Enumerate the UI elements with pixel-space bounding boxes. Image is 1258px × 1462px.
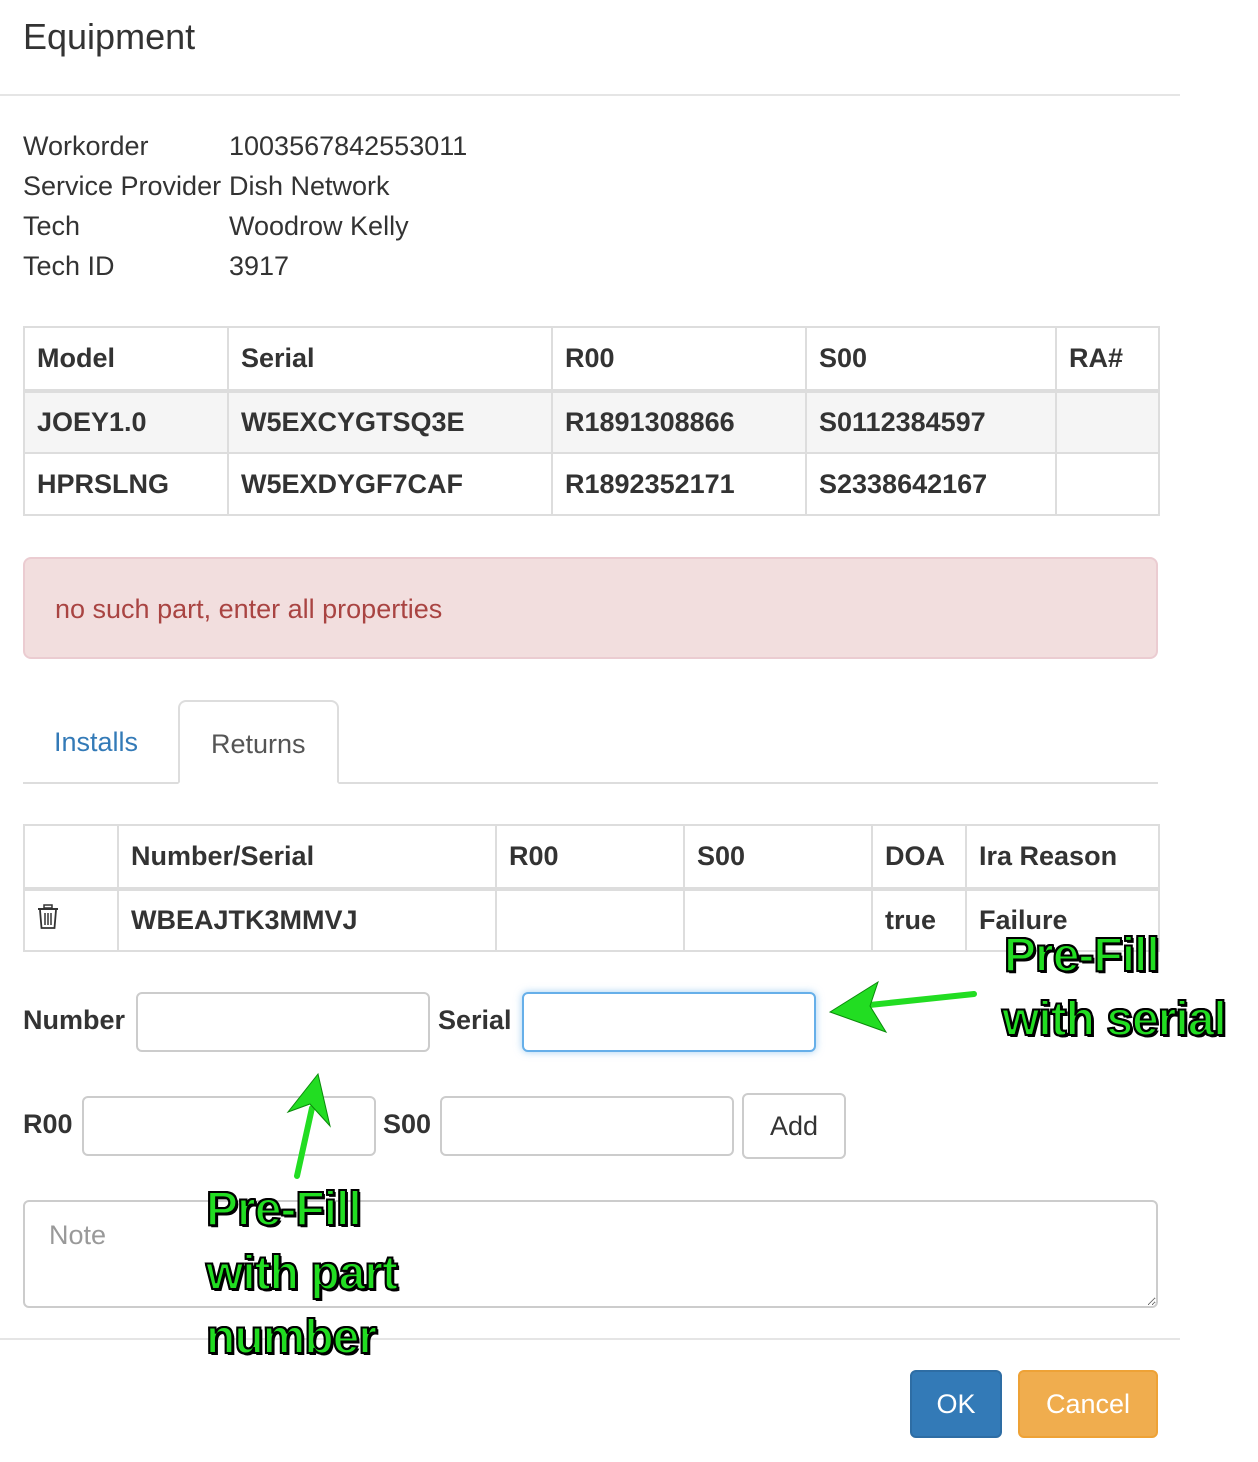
- equipment-table-header: Model Serial R00 S00 RA#: [23, 326, 1160, 393]
- column-header-actions: [23, 824, 119, 891]
- add-button[interactable]: Add: [742, 1093, 846, 1159]
- number-label: Number: [23, 1005, 126, 1035]
- table-cell-model: HPRSLNG: [23, 452, 229, 516]
- modal-title: Equipment: [23, 16, 196, 57]
- modal-header: Equipment: [0, 0, 1180, 96]
- equipment-table: Model Serial R00 S00 RA# JOEY1.0 W5EXCYG…: [23, 326, 1160, 516]
- service-provider-label: Service Provider: [23, 171, 222, 201]
- annotation-serial-line1: Pre-Fill: [1003, 928, 1161, 983]
- equipment-modal: Equipment Workorder 1003567842553011 Ser…: [0, 0, 1180, 1462]
- s00-input[interactable]: [440, 1096, 734, 1156]
- r00-label: R00: [23, 1109, 73, 1139]
- table-cell-ra-number: [1055, 390, 1160, 454]
- returns-table-header: Number/Serial R00 S00 DOA Ira Reason: [23, 824, 1160, 891]
- tab-returns[interactable]: Returns: [178, 700, 339, 784]
- column-header-doa: DOA: [871, 824, 967, 891]
- error-alert: no such part, enter all properties: [23, 557, 1158, 659]
- annotation-number-line3: number: [205, 1310, 378, 1365]
- workorder-label: Workorder: [23, 131, 149, 161]
- equipment-tabs: Installs Returns: [23, 700, 1158, 784]
- column-header-model: Model: [23, 326, 229, 393]
- modal-footer-divider: [0, 1338, 1180, 1340]
- r00-input[interactable]: [82, 1096, 376, 1156]
- column-header-number-serial: Number/Serial: [117, 824, 497, 891]
- tab-installs[interactable]: Installs: [23, 700, 169, 784]
- table-cell-doa: true: [871, 888, 967, 952]
- ok-button[interactable]: OK: [910, 1370, 1002, 1438]
- workorder-info: Workorder 1003567842553011 Service Provi…: [23, 126, 623, 286]
- table-row: JOEY1.0 W5EXCYGTSQ3E R1891308866 S011238…: [23, 390, 1160, 454]
- s00-label: S00: [383, 1109, 432, 1139]
- cancel-button[interactable]: Cancel: [1018, 1370, 1158, 1438]
- column-header-s00: S00: [683, 824, 873, 891]
- column-header-r00: R00: [551, 326, 807, 393]
- column-header-serial: Serial: [227, 326, 553, 393]
- tech-id-label: Tech ID: [23, 251, 115, 281]
- table-cell-model: JOEY1.0: [23, 390, 229, 454]
- service-provider-value: Dish Network: [229, 171, 390, 201]
- annotation-number-line1: Pre-Fill: [205, 1182, 363, 1237]
- table-cell-s00: S0112384597: [805, 390, 1057, 454]
- column-header-r00: R00: [495, 824, 685, 891]
- table-cell-serial: W5EXDYGF7CAF: [227, 452, 553, 516]
- column-header-s00: S00: [805, 326, 1057, 393]
- info-row-service-provider: Service Provider Dish Network: [23, 166, 623, 206]
- table-cell-r00: R1891308866: [551, 390, 807, 454]
- tech-label: Tech: [23, 211, 81, 241]
- table-cell-r00: R1892352171: [551, 452, 807, 516]
- info-row-tech: Tech Woodrow Kelly: [23, 206, 623, 246]
- table-cell-number-serial: WBEAJTK3MMVJ: [117, 888, 497, 952]
- info-row-tech-id: Tech ID 3917: [23, 246, 623, 286]
- tech-value: Woodrow Kelly: [229, 211, 409, 241]
- workorder-value: 1003567842553011: [229, 131, 468, 161]
- annotation-serial-line2: with serial: [1001, 992, 1228, 1047]
- delete-cell: [23, 888, 119, 952]
- serial-label: Serial: [438, 1005, 512, 1035]
- table-row: HPRSLNG W5EXDYGF7CAF R1892352171 S233864…: [23, 452, 1160, 516]
- annotation-number-line2: with part: [205, 1246, 399, 1301]
- trash-icon[interactable]: [37, 904, 59, 937]
- serial-input[interactable]: [522, 992, 816, 1052]
- table-cell-r00: [495, 888, 685, 952]
- tech-id-value: 3917: [229, 251, 290, 281]
- table-row: WBEAJTK3MMVJ true Failure: [23, 888, 1160, 952]
- note-textarea[interactable]: [23, 1200, 1158, 1308]
- table-cell-s00: S2338642167: [805, 452, 1057, 516]
- table-cell-s00: [683, 888, 873, 952]
- table-cell-serial: W5EXCYGTSQ3E: [227, 390, 553, 454]
- table-cell-ra-number: [1055, 452, 1160, 516]
- number-input[interactable]: [136, 992, 430, 1052]
- column-header-ra-number: RA#: [1055, 326, 1160, 393]
- info-row-workorder: Workorder 1003567842553011: [23, 126, 623, 166]
- returns-table: Number/Serial R00 S00 DOA Ira Reason WBE…: [23, 824, 1160, 952]
- column-header-ira-reason: Ira Reason: [965, 824, 1160, 891]
